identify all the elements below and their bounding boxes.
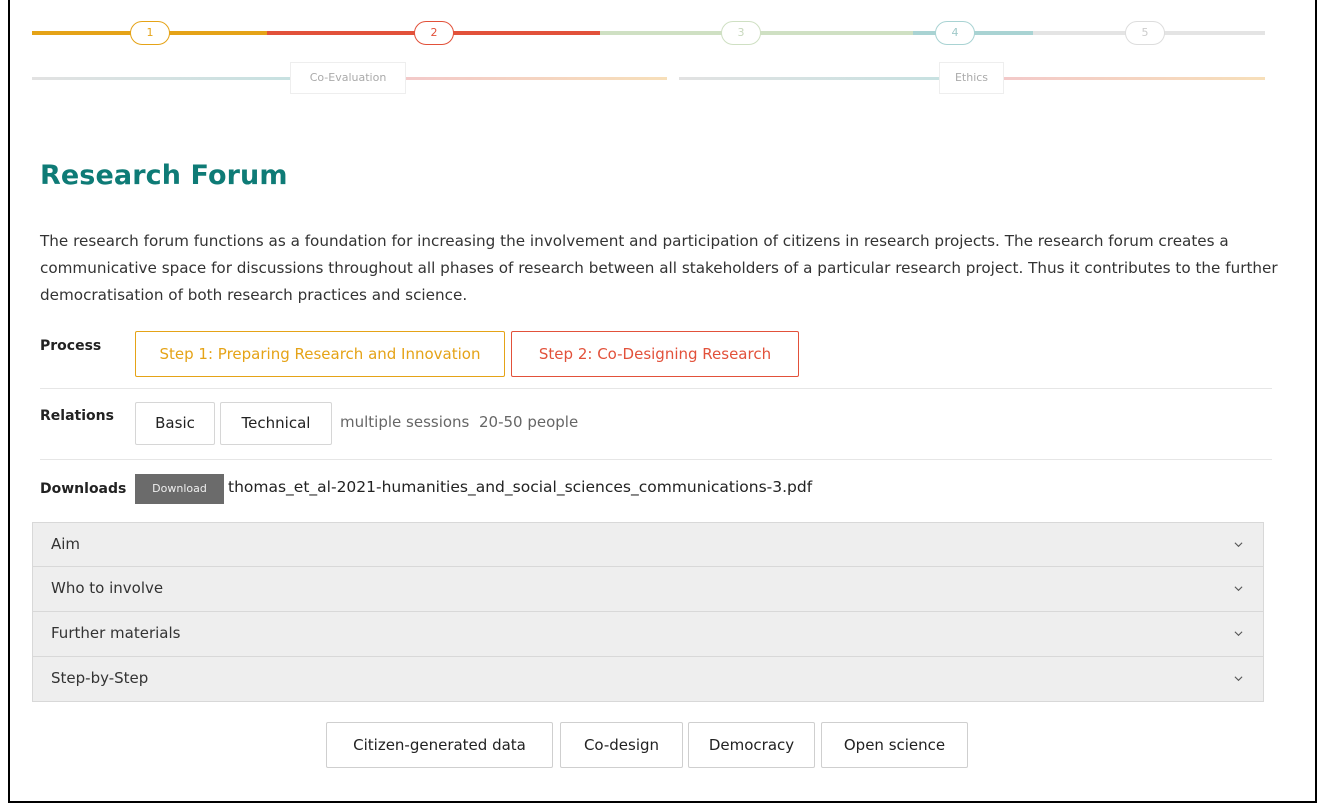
chevron-down-icon (1234, 542, 1243, 548)
stepper-step-number: 4 (951, 26, 959, 39)
process-step-2-button[interactable]: Step 2: Co-Designing Research (511, 331, 799, 377)
phase-line-1 (32, 77, 290, 80)
accordion-item-step-by-step[interactable]: Step-by-Step (32, 657, 1264, 702)
download-filename[interactable]: thomas_et_al-2021-humanities_and_social_… (228, 478, 812, 496)
page-frame: 1 2 3 4 5 Co-Evaluation Ethics Research … (8, 0, 1317, 803)
page-description: The research forum functions as a founda… (40, 232, 1278, 304)
chevron-down-icon (1234, 631, 1243, 637)
accordion-item-label: Further materials (51, 624, 181, 642)
stepper-step-number: 2 (430, 26, 438, 39)
keyword-tag-open-science[interactable]: Open science (821, 722, 968, 768)
stepper-step-number: 5 (1141, 26, 1149, 39)
accordion-item-label: Aim (51, 535, 81, 553)
chevron-down-icon (1234, 586, 1243, 592)
downloads-label: Downloads (40, 481, 127, 497)
relations-label: Relations (40, 408, 114, 424)
relation-tag-technical[interactable]: Technical (220, 402, 332, 445)
accordion-item-who-to-involve[interactable]: Who to involve (32, 567, 1264, 612)
stepper-step-4[interactable]: 4 (935, 21, 975, 45)
accordion-item-aim[interactable]: Aim (32, 522, 1264, 567)
phase-line-3 (679, 77, 939, 80)
keyword-tag-co-design[interactable]: Co-design (560, 722, 683, 768)
accordion-item-label: Who to involve (51, 579, 164, 597)
keyword-tag-citizen-generated-data[interactable]: Citizen-generated data (326, 722, 553, 768)
page-title: Research Forum (40, 160, 288, 191)
phase-line-4 (1004, 77, 1265, 80)
relation-people: 20-50 people (479, 413, 579, 431)
stepper-step-1[interactable]: 1 (130, 21, 170, 45)
stepper-step-3[interactable]: 3 (721, 21, 761, 45)
stepper-step-5[interactable]: 5 (1125, 21, 1165, 45)
accordion-item-label: Step-by-Step (51, 669, 149, 687)
stepper-step-number: 1 (146, 26, 154, 39)
process-step-1-button[interactable]: Step 1: Preparing Research and Innovatio… (135, 331, 505, 377)
stepper-step-number: 3 (737, 26, 745, 39)
row-divider (40, 459, 1272, 460)
phase-label-co-evaluation: Co-Evaluation (290, 62, 406, 94)
download-button[interactable]: Download (135, 474, 224, 504)
keyword-tag-democracy[interactable]: Democracy (688, 722, 815, 768)
stepper-step-2[interactable]: 2 (414, 21, 454, 45)
row-divider (40, 388, 1272, 389)
relation-tag-basic[interactable]: Basic (135, 402, 215, 445)
process-label: Process (40, 338, 102, 354)
phase-line-2 (406, 77, 667, 80)
chevron-down-icon (1234, 676, 1243, 682)
relation-sessions: multiple sessions (340, 413, 470, 431)
phase-label-ethics: Ethics (939, 62, 1004, 94)
accordion-item-further-materials[interactable]: Further materials (32, 612, 1264, 657)
